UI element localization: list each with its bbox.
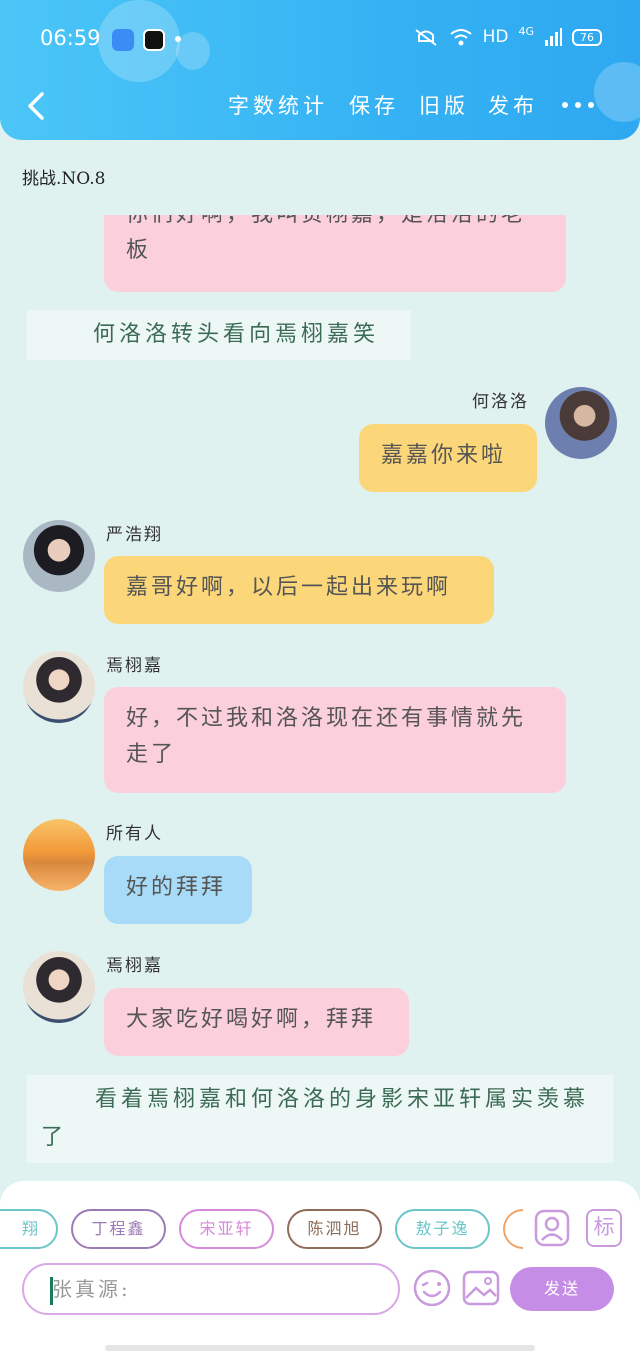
notification-app-icon	[143, 29, 165, 51]
image-icon[interactable]	[462, 1270, 500, 1306]
speaker-name: 所有人	[106, 824, 163, 844]
character-chip[interactable]: 翔	[0, 1209, 58, 1249]
avatar[interactable]	[545, 387, 617, 459]
signal-label: 4G	[518, 24, 534, 38]
message-bubble[interactable]: 嘉嘉你来啦	[359, 424, 537, 492]
status-bar: 06:59 HD 4G 76	[0, 20, 640, 60]
save-button[interactable]: 保存	[349, 90, 399, 120]
message-text: 你们好啊，我叫贺栩嘉，是洛洛的老板	[126, 215, 523, 263]
avatar[interactable]	[23, 651, 95, 723]
send-button[interactable]: 发送	[510, 1267, 614, 1311]
compose-panel: 翔 丁程鑫 宋亚轩 陈泗旭 敖子逸 标 张真源: 发送	[0, 1181, 640, 1351]
character-settings-icon[interactable]	[534, 1209, 570, 1247]
message-bubble[interactable]: 嘉哥好啊，以后一起出来玩啊	[104, 556, 494, 624]
speaker-name: 焉栩嘉	[106, 956, 163, 976]
character-chip[interactable]	[503, 1209, 523, 1249]
gesture-bar	[105, 1345, 535, 1351]
chat-app-icon	[112, 29, 134, 51]
chapter-title: 挑战.NO.8	[22, 169, 106, 189]
notification-dot	[175, 36, 181, 42]
status-icons: HD 4G 76	[413, 24, 602, 47]
avatar[interactable]	[23, 819, 95, 891]
avatar[interactable]	[23, 951, 95, 1023]
emoji-icon[interactable]	[412, 1268, 452, 1308]
message-bubble[interactable]: 好，不过我和洛洛现在还有事情就先走了	[104, 687, 566, 793]
character-chip[interactable]: 丁程鑫	[71, 1209, 166, 1249]
status-time: 06:59	[40, 26, 101, 50]
wifi-icon	[449, 29, 472, 46]
input-placeholder: 张真源:	[52, 1277, 131, 1301]
editor-toolbar: 字数统计 保存 旧版 发布	[0, 82, 640, 130]
text-caret	[50, 1277, 53, 1305]
more-options-icon[interactable]	[562, 102, 594, 108]
publish-button[interactable]: 发布	[488, 90, 538, 120]
back-arrow-icon[interactable]	[22, 90, 52, 122]
battery-icon: 76	[572, 28, 602, 46]
tag-button[interactable]: 标	[586, 1209, 622, 1247]
character-chip[interactable]: 陈泗旭	[287, 1209, 382, 1249]
story-content: 你们好啊，我叫贺栩嘉，是洛洛的老板 何洛洛转头看向焉栩嘉笑 何洛洛 嘉嘉你来啦 …	[0, 215, 640, 1180]
character-chip[interactable]: 敖子逸	[395, 1209, 490, 1249]
signal-icon	[545, 28, 562, 46]
word-count-button[interactable]: 字数统计	[228, 90, 328, 120]
avatar[interactable]	[23, 520, 95, 592]
narration-block[interactable]: 何洛洛转头看向焉栩嘉笑	[27, 310, 411, 360]
mute-icon	[414, 29, 437, 46]
speaker-name: 何洛洛	[472, 392, 529, 412]
speaker-name: 焉栩嘉	[106, 656, 163, 676]
network-label: HD	[482, 27, 509, 47]
message-bubble[interactable]: 好的拜拜	[104, 856, 252, 924]
app-header: 06:59 HD 4G 76 字数统计 保存 旧版 发布	[0, 0, 640, 140]
character-chip[interactable]: 宋亚轩	[179, 1209, 274, 1249]
narration-block[interactable]: 看着焉栩嘉和何洛洛的身影宋亚轩属实羡慕了	[27, 1075, 613, 1163]
message-bubble[interactable]: 大家吃好喝好啊，拜拜	[104, 988, 409, 1056]
message-input[interactable]: 张真源:	[22, 1263, 400, 1315]
speaker-name: 严浩翔	[106, 525, 163, 545]
message-bubble[interactable]: 你们好啊，我叫贺栩嘉，是洛洛的老板	[104, 215, 566, 292]
old-version-button[interactable]: 旧版	[419, 90, 469, 120]
